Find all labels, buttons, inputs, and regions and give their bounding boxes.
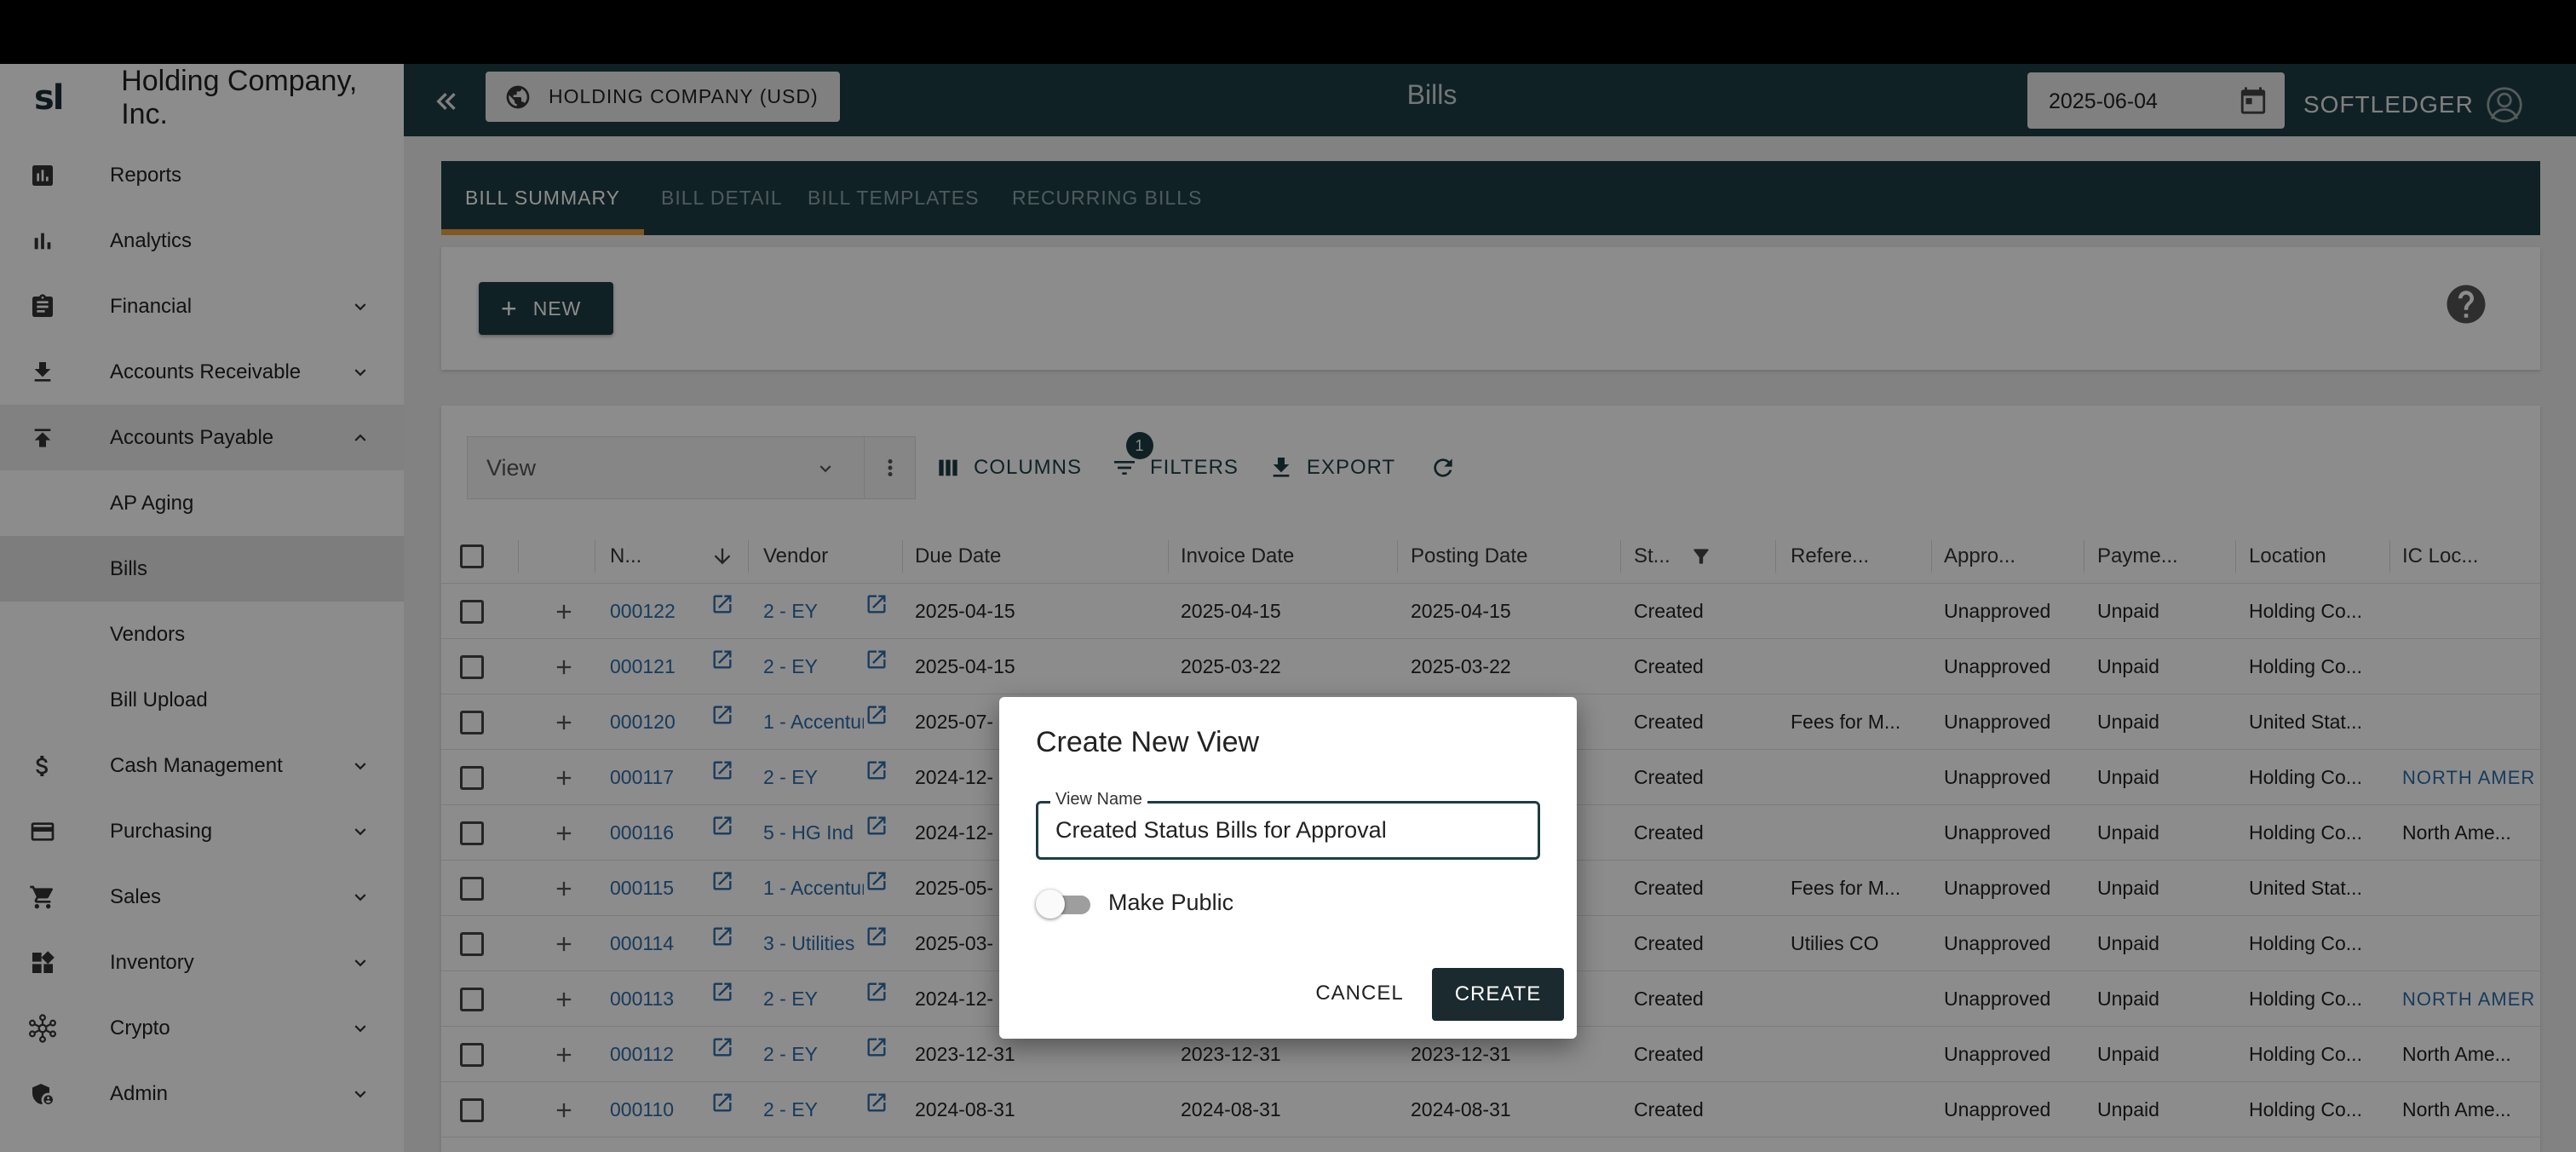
create-button[interactable]: CREATE <box>1432 968 1564 1021</box>
make-public-toggle[interactable] <box>1036 886 1095 920</box>
view-name-label: View Name <box>1050 790 1147 809</box>
dialog-title: Create New View <box>1036 726 1260 758</box>
cancel-button[interactable]: CANCEL <box>1313 968 1406 1019</box>
view-name-input[interactable] <box>1055 817 1524 844</box>
toggle-knob <box>1036 890 1065 919</box>
make-public-label: Make Public <box>1108 890 1234 915</box>
create-view-dialog: Create New View View Name Make Public CA… <box>999 697 1577 1039</box>
view-name-field[interactable]: View Name <box>1036 790 1540 860</box>
